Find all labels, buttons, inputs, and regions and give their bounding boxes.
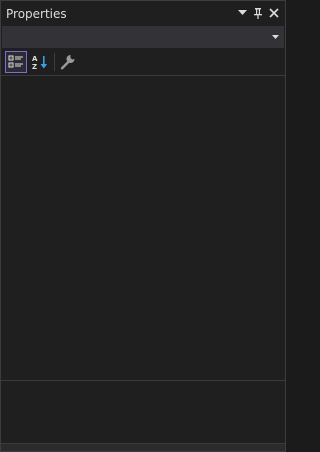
svg-text:Z: Z (32, 63, 37, 70)
description-pane (1, 382, 285, 444)
properties-toolbar: A Z (1, 49, 285, 75)
chevron-down-icon[interactable] (269, 31, 281, 43)
properties-panel: Properties A Z (0, 0, 286, 452)
close-icon[interactable] (267, 5, 281, 21)
categorized-view-button[interactable] (5, 51, 27, 73)
property-grid[interactable] (1, 76, 285, 380)
sort-az-icon: A Z (32, 55, 48, 70)
wrench-icon (60, 55, 75, 70)
panel-bottom-edge (1, 443, 285, 451)
object-selector-dropdown[interactable] (2, 26, 284, 48)
svg-text:A: A (32, 55, 38, 63)
alphabetical-view-button[interactable]: A Z (29, 51, 51, 73)
toolbar-separator (54, 53, 55, 71)
panel-titlebar: Properties (1, 1, 285, 27)
window-position-dropdown-icon[interactable] (235, 5, 249, 21)
pin-icon[interactable] (251, 5, 265, 21)
categorized-list-icon (8, 55, 23, 68)
panel-title: Properties (6, 7, 67, 21)
description-divider[interactable] (1, 380, 285, 381)
property-pages-button[interactable] (57, 51, 79, 73)
